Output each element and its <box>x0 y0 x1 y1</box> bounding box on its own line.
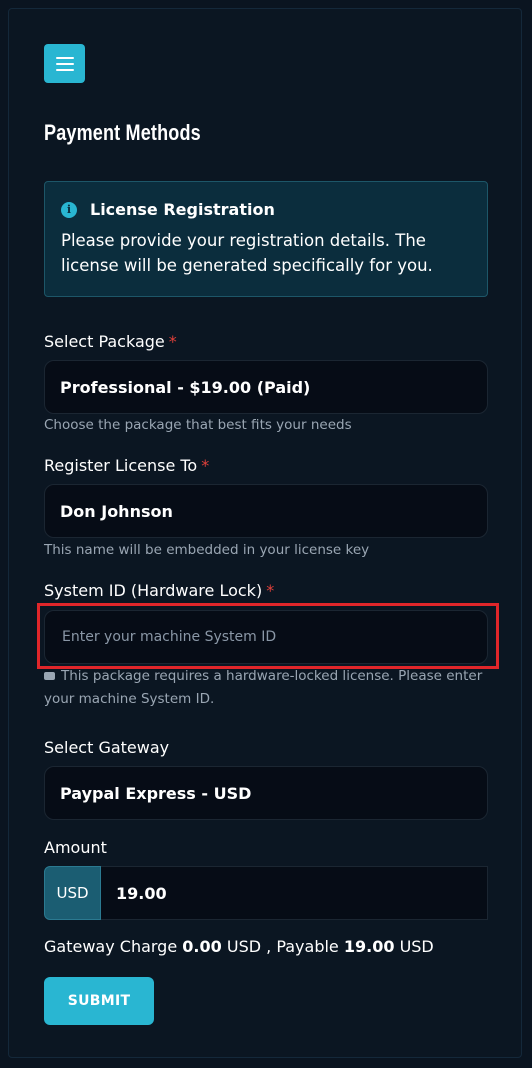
info-title: License Registration <box>90 200 275 219</box>
info-alert: i License Registration Please provide yo… <box>44 181 488 297</box>
license-to-help: This name will be embedded in your licen… <box>44 542 370 558</box>
amount-group: USD 19.00 <box>44 866 488 920</box>
charge-summary: Gateway Charge 0.00 USD , Payable 19.00 … <box>44 937 434 956</box>
hamburger-icon <box>55 53 74 75</box>
package-help: Choose the package that best fits your n… <box>44 417 352 433</box>
lock-icon <box>44 672 55 680</box>
highlight-box <box>37 603 499 669</box>
menu-button[interactable] <box>44 44 85 83</box>
page-title: Payment Methods <box>44 120 201 145</box>
info-icon: i <box>61 201 77 218</box>
amount-label: Amount <box>44 838 107 857</box>
system-id-help: This package requires a hardware-locked … <box>44 668 483 707</box>
payable-value: 19.00 <box>343 937 395 956</box>
required-marker: * <box>168 332 177 351</box>
gateway-select[interactable]: Paypal Express - USD <box>44 766 488 820</box>
info-text: Please provide your registration details… <box>61 231 433 275</box>
required-marker: * <box>266 581 275 600</box>
charge-value: 0.00 <box>182 937 222 956</box>
license-name-value: Don Johnson <box>60 501 173 521</box>
amount-field[interactable]: 19.00 <box>101 866 488 920</box>
currency-addon: USD <box>44 866 101 920</box>
package-label: Select Package * <box>44 332 177 351</box>
submit-button[interactable]: SUBMIT <box>44 977 154 1025</box>
package-select-value: Professional - $19.00 (Paid) <box>60 377 311 397</box>
license-to-label: Register License To * <box>44 456 210 475</box>
required-marker: * <box>201 456 210 475</box>
gateway-label: Select Gateway <box>44 738 170 757</box>
system-id-label: System ID (Hardware Lock) * <box>44 581 275 600</box>
license-name-field[interactable]: Don Johnson <box>44 484 488 538</box>
package-select[interactable]: Professional - $19.00 (Paid) <box>44 360 488 414</box>
gateway-select-value: Paypal Express - USD <box>60 783 252 803</box>
